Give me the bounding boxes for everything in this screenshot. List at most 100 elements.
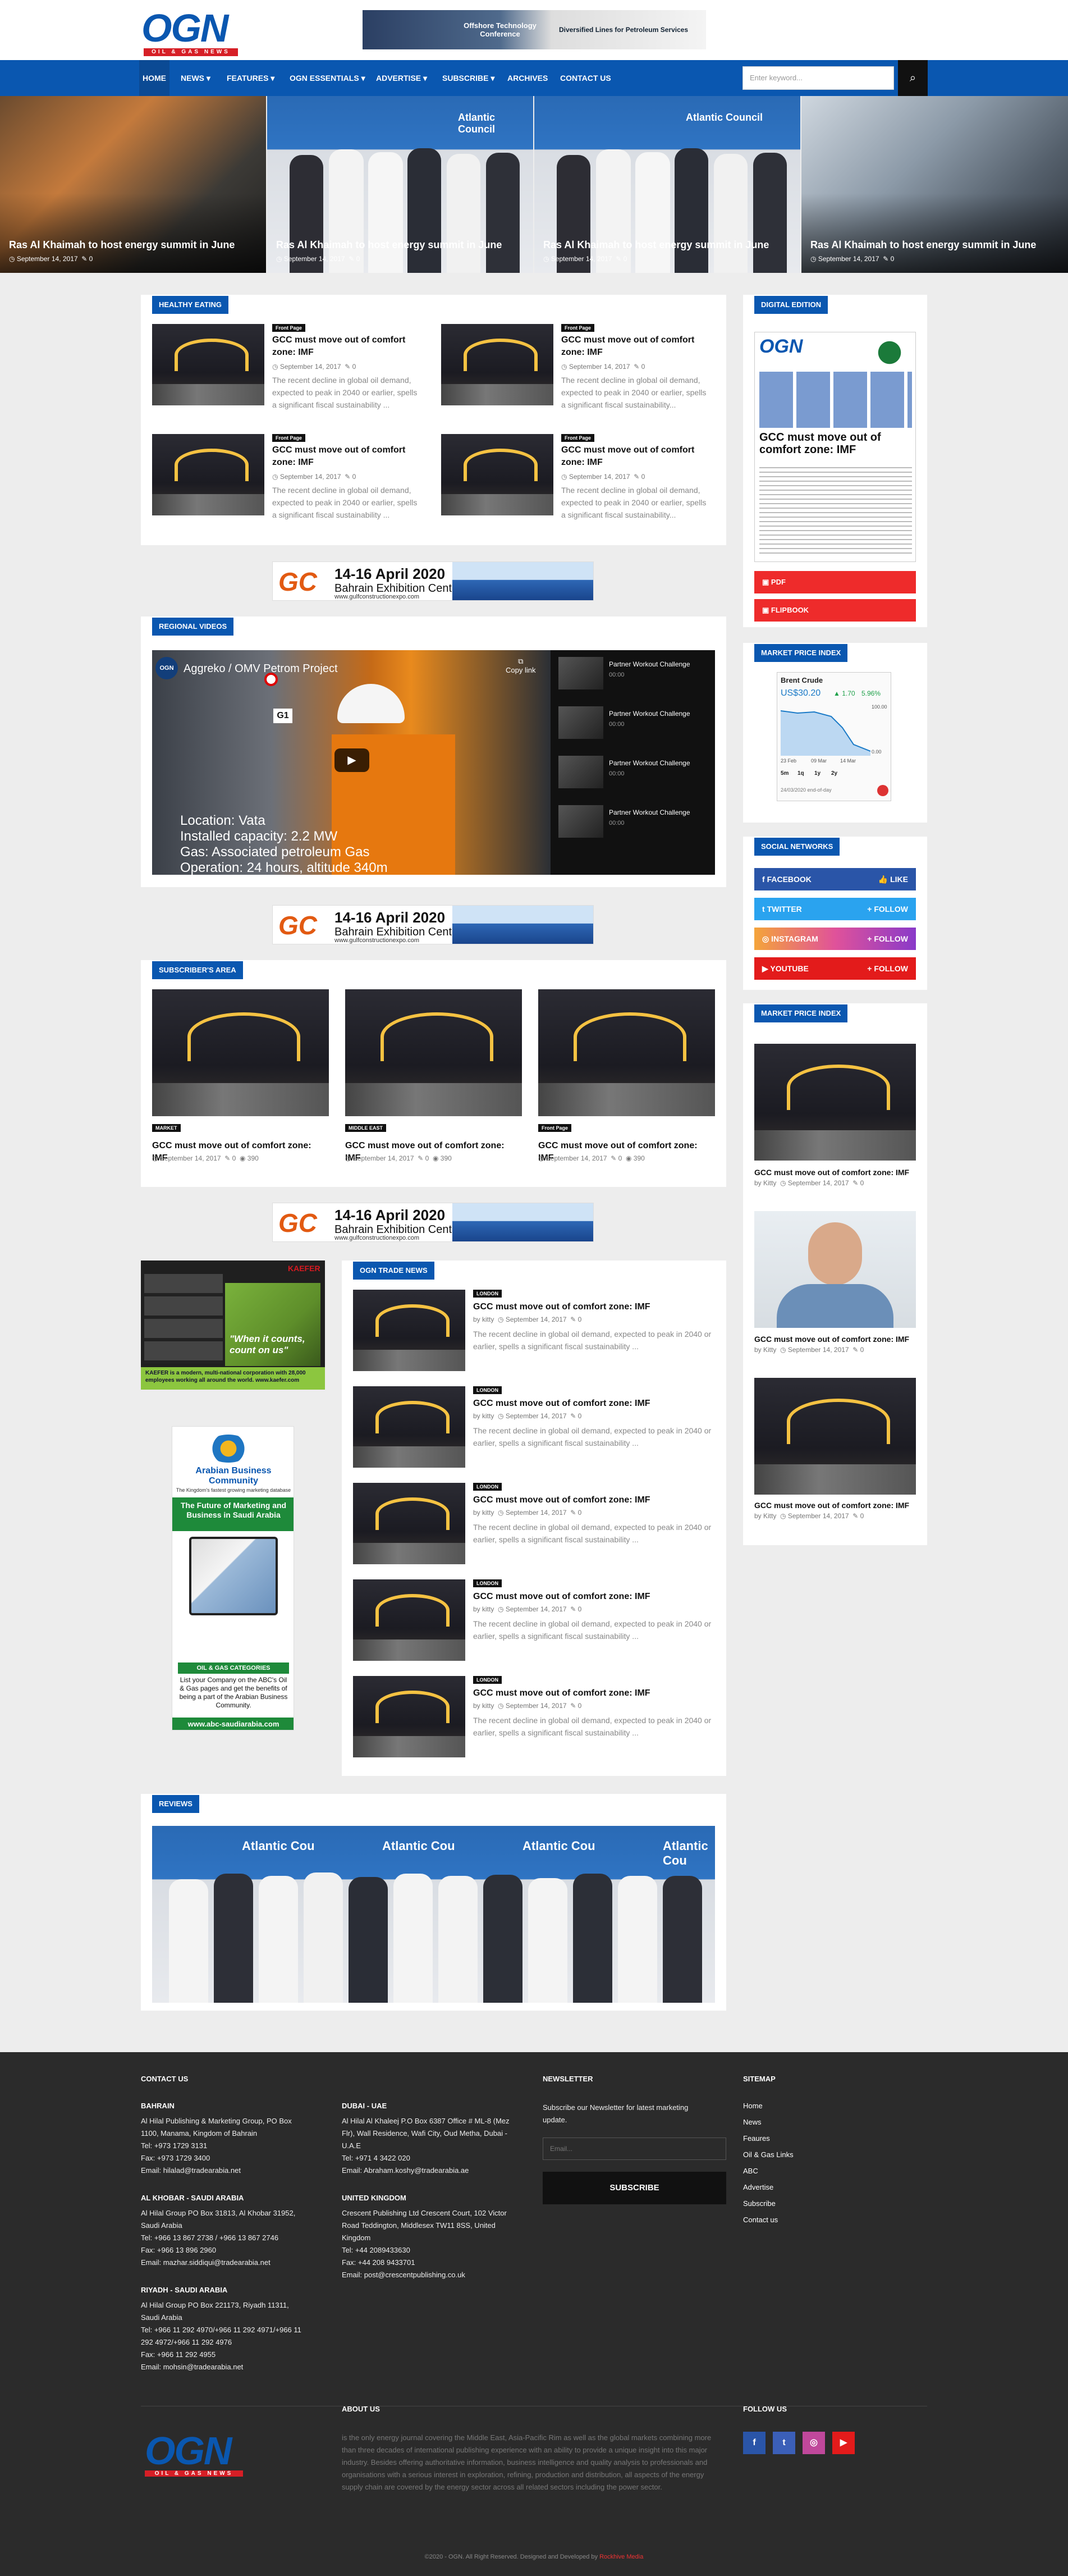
article-title[interactable]: GCC must move out of comfort zone: IMF [561,334,707,359]
article-title[interactable]: GCC must move out of comfort zone: IMF [754,1166,923,1179]
gulf-construction-banner[interactable]: GC 14-16 April 2020 Bahrain Exhibition C… [272,1203,594,1242]
sitemap-oil-gas-links[interactable]: Oil & Gas Links [743,2150,794,2159]
article-title[interactable]: GCC must move out of comfort zone: IMF [473,1301,698,1313]
article-thumbnail[interactable] [152,434,264,515]
nav-news[interactable]: NEWS ▾ [181,60,210,96]
nav-features[interactable]: FEATURES ▾ [227,60,274,96]
kaefer-ad-caption[interactable]: KAEFER is a modern, multi-national corpo… [141,1367,325,1390]
article-title[interactable]: GCC must move out of comfort zone: IMF [473,1591,698,1603]
section-tag[interactable]: SUBSCRIBER'S AREA [152,961,243,979]
abc-ad[interactable]: Arabian Business Community The Kingdom's… [172,1426,294,1730]
playlist-title[interactable]: Partner Workout Challenge [609,710,690,718]
subscribe-button[interactable]: SUBSCRIBE [543,2172,726,2204]
email-line[interactable]: Email: mazhar.siddiqui@tradearabia.net [141,2257,309,2269]
playlist-thumb[interactable] [558,657,603,689]
article-thumbnail[interactable] [754,1044,916,1161]
flipbook-button[interactable]: ▣ FLIPBOOK [754,599,916,622]
follow-button[interactable]: + FOLLOW [867,928,908,950]
category-label[interactable]: MARKET [152,1124,181,1132]
article-thumbnail[interactable] [538,989,715,1116]
category-label[interactable]: Front Page [561,434,595,442]
pdf-button[interactable]: ▣ PDF [754,571,916,593]
hero-slide-4[interactable]: Ras Al Khaimah to host energy summit in … [801,96,1068,273]
video-player[interactable]: OGN Aggreko / OMV Petrom Project ⧉ Copy l… [152,650,551,875]
article-thumbnail[interactable] [353,1676,465,1757]
article-thumbnail[interactable] [441,434,553,515]
category-label[interactable]: Front Page [538,1124,572,1132]
article-title[interactable]: GCC must move out of comfort zone: IMF [754,1499,923,1511]
hero-title[interactable]: Ras Al Khaimah to host energy summit in … [9,239,235,251]
nav-home[interactable]: HOME [139,60,169,96]
nav-archives[interactable]: ARCHIVES [507,60,548,96]
playlist-thumb[interactable] [558,756,603,788]
range-5m[interactable]: 5m [781,770,789,777]
email-line[interactable]: Email: post@crescentpublishing.co.uk [342,2269,521,2281]
nav-advertise[interactable]: ADVERTISE ▾ [376,60,427,96]
nav-contact-us[interactable]: CONTACT US [560,60,611,96]
sitemap-contact-us[interactable]: Contact us [743,2216,778,2224]
article-title[interactable]: GCC must move out of comfort zone: IMF [473,1494,698,1506]
article-thumbnail[interactable] [441,324,553,405]
instagram-icon[interactable]: ◎ [803,2432,825,2454]
nav-subscribe[interactable]: SUBSCRIBE ▾ [442,60,494,96]
article-thumbnail[interactable] [345,989,522,1116]
like-button[interactable]: 👍 LIKE [878,868,908,890]
follow-button[interactable]: + FOLLOW [867,957,908,980]
digital-edition-cover[interactable]: OGN GCC must move out of comfort zone: I… [754,332,916,562]
section-tag[interactable]: OGN TRADE NEWS [353,1262,434,1280]
article-thumbnail[interactable] [754,1378,916,1495]
playlist-thumb[interactable] [558,805,603,838]
kaefer-ad[interactable]: "When it counts, count on us" KAEFER [141,1260,325,1367]
sitemap-advertise[interactable]: Advertise [743,2183,773,2191]
article-title[interactable]: GCC must move out of comfort zone: IMF [272,444,418,469]
sitemap-news[interactable]: News [743,2118,762,2126]
playlist-title[interactable]: Partner Workout Challenge [609,809,690,816]
sitemap-home[interactable]: Home [743,2102,763,2110]
sitemap-abc[interactable]: ABC [743,2167,758,2175]
article-thumbnail[interactable] [152,989,329,1116]
category-label[interactable]: LONDON [473,1579,502,1587]
category-label[interactable]: LONDON [473,1483,502,1491]
category-label[interactable]: LONDON [473,1386,502,1394]
category-label[interactable]: LONDON [473,1676,502,1684]
developer-link[interactable]: Rockhive Media [599,2554,643,2560]
playlist-title[interactable]: Partner Workout Challenge [609,660,690,668]
category-label[interactable]: LONDON [473,1290,502,1298]
top-banner-ad[interactable]: Offshore Technology Conference Diversifi… [363,10,706,49]
article-thumbnail[interactable] [353,1386,465,1468]
copy-link-button[interactable]: ⧉ Copy link [506,657,535,674]
newsletter-email-input[interactable]: Email... [543,2137,726,2160]
footer-logo[interactable]: OGN OIL & GAS NEWS [145,2431,249,2482]
hero-slide-1[interactable]: Ras Al Khaimah to host energy summit in … [0,96,266,273]
category-label[interactable]: Front Page [272,324,306,332]
section-tag[interactable]: DIGITAL EDITION [754,296,828,314]
abc-url[interactable]: www.abc-saudiarabia.com [172,1718,294,1730]
search-button[interactable]: ⌕ [898,60,928,96]
instagram-row[interactable]: ◎ INSTAGRAM + FOLLOW [754,928,916,950]
play-button[interactable]: ▶ [334,748,369,772]
facebook-icon[interactable]: f [743,2432,766,2454]
price-chart-card[interactable]: Brent Crude US$30.20 ▲ 1.70 5.96% 100.00… [777,672,891,801]
youtube-row[interactable]: ▶ YOUTUBE + FOLLOW [754,957,916,980]
range-1y[interactable]: 1y [814,770,821,777]
article-thumbnail[interactable] [353,1290,465,1371]
article-title[interactable]: GCC must move out of comfort zone: IMF [754,1333,923,1345]
email-line[interactable]: Email: mohsin@tradearabia.net [141,2361,309,2373]
nav-ogn-essentials[interactable]: OGN ESSENTIALS ▾ [290,60,365,96]
section-tag[interactable]: MARKET PRICE INDEX [754,1004,848,1022]
sitemap-features[interactable]: Feaures [743,2134,770,2143]
hero-slide-3[interactable]: Atlantic Council Ras Al Khaimah to host … [534,96,800,273]
ogn-logo[interactable]: OGN OIL & GAS NEWS [141,8,242,56]
video-title[interactable]: Aggreko / OMV Petrom Project [184,663,338,675]
article-thumbnail[interactable] [353,1579,465,1661]
section-tag[interactable]: SOCIAL NETWORKS [754,838,840,856]
article-title[interactable]: GCC must move out of comfort zone: IMF [473,1687,698,1700]
hero-slide-2[interactable]: Atlantic Council Ras Al Khaimah to host … [267,96,533,273]
email-line[interactable]: Email: Abraham.koshy@tradearabia.ae [342,2164,521,2177]
follow-button[interactable]: + FOLLOW [867,898,908,920]
article-title[interactable]: GCC must move out of comfort zone: IMF [473,1397,698,1410]
email-line[interactable]: Email: hilalad@tradearabia.net [141,2164,309,2177]
article-title[interactable]: GCC must move out of comfort zone: IMF [272,334,418,359]
gulf-construction-banner[interactable]: GC 14-16 April 2020 Bahrain Exhibition C… [272,905,594,944]
article-thumbnail[interactable] [754,1211,916,1328]
